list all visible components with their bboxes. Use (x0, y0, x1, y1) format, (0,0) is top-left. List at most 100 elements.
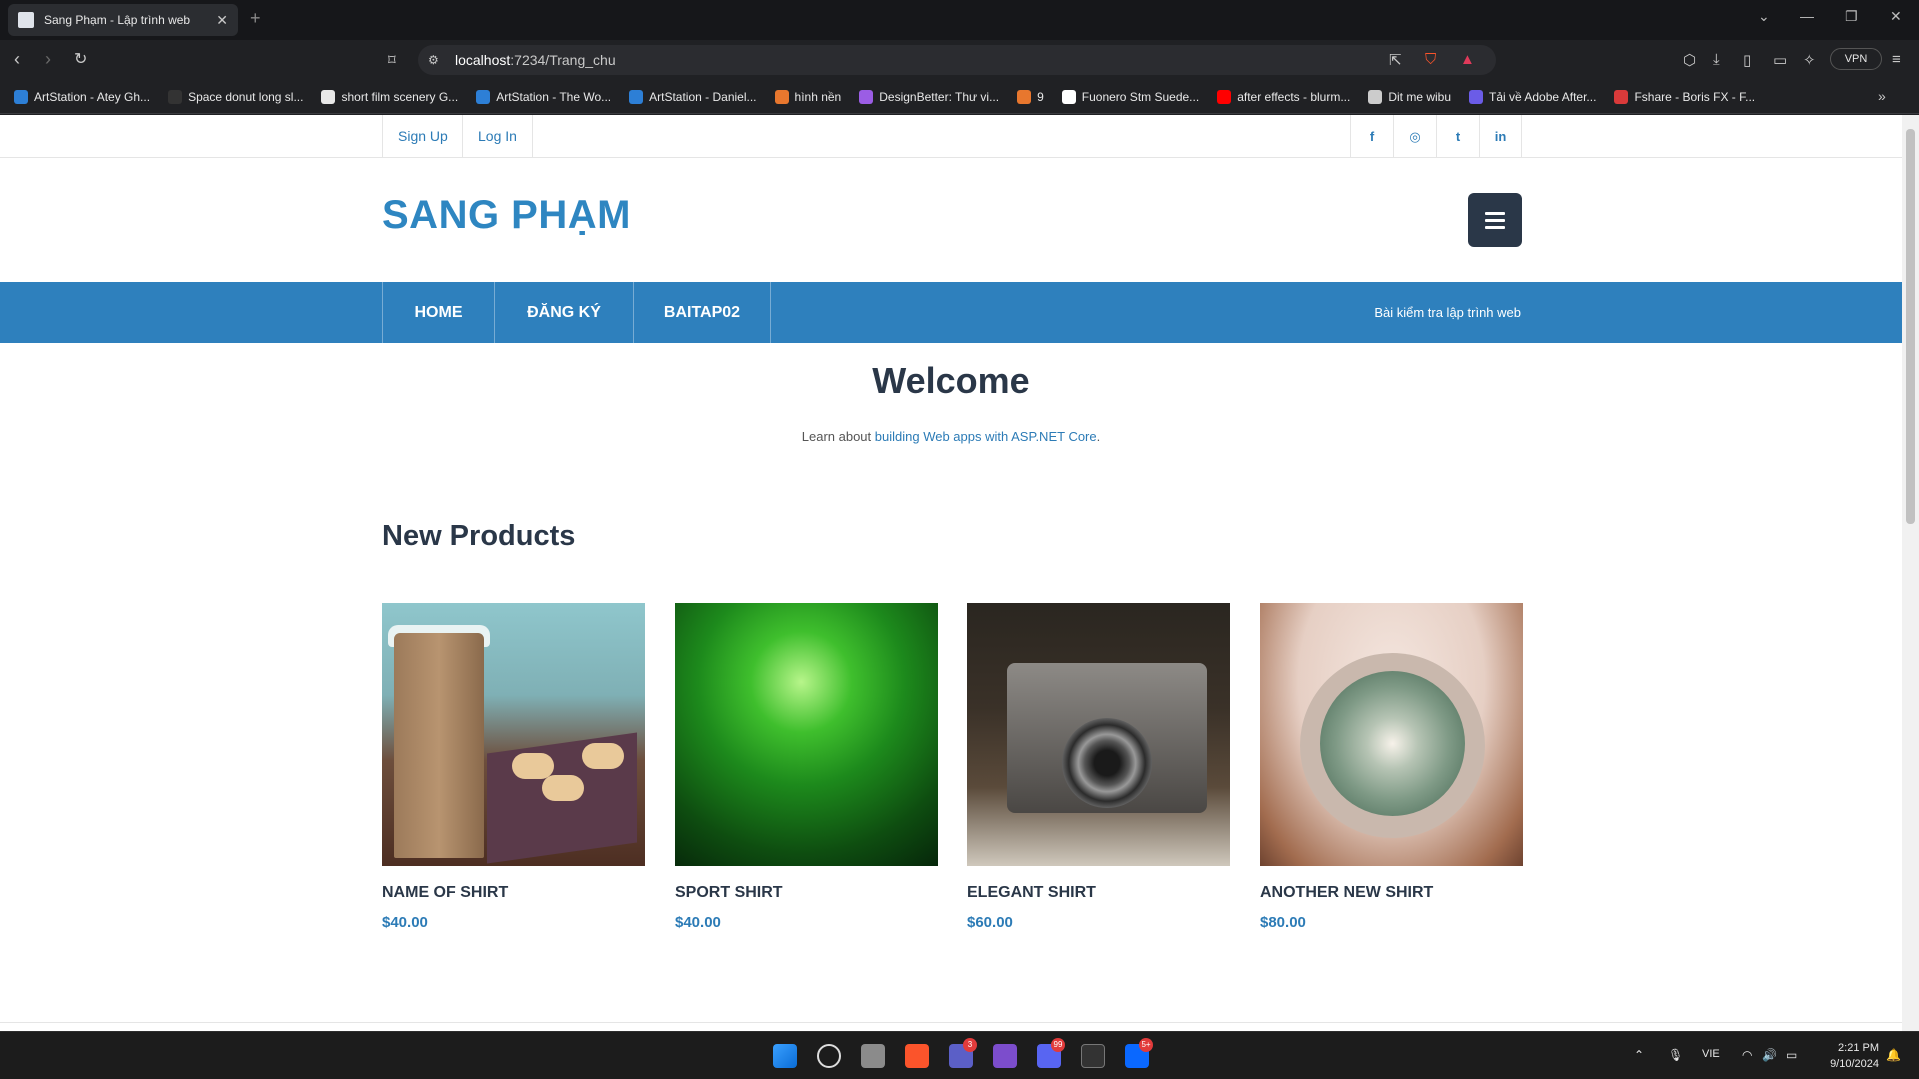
volume-icon[interactable]: 🔊 (1762, 1048, 1777, 1062)
bookmark-label: hình nền (794, 89, 842, 104)
product-image-cactus[interactable] (1260, 603, 1523, 866)
bookmark-item[interactable]: hình nền (774, 89, 842, 104)
product-card[interactable]: ANOTHER NEW SHIRT $80.00 (1260, 603, 1523, 931)
learn-text: Learn about building Web apps with ASP.N… (801, 429, 1101, 444)
bookmark-item[interactable]: DesignBetter: Thư vi... (859, 89, 999, 104)
scrollbar-thumb[interactable] (1906, 129, 1915, 524)
tab-list-chevron-icon[interactable]: ⌄ (1758, 8, 1770, 25)
minimize-button[interactable]: — (1800, 8, 1814, 24)
reload-icon[interactable]: ↻ (74, 49, 87, 69)
menu-icon[interactable]: ≡ (1892, 51, 1901, 68)
product-name[interactable]: ANOTHER NEW SHIRT (1260, 884, 1523, 902)
product-price: $40.00 (675, 914, 721, 931)
product-name[interactable]: NAME OF SHIRT (382, 884, 645, 902)
back-arrow-icon[interactable]: ‹ (14, 49, 20, 70)
bookmark-item[interactable]: Fshare - Boris FX - F... (1614, 89, 1755, 104)
product-card[interactable]: NAME OF SHIRT $40.00 (382, 603, 645, 931)
signup-link[interactable]: Sign Up (382, 115, 463, 158)
vpn-button[interactable]: VPN (1830, 48, 1882, 70)
brave-shields-icon[interactable]: ⛉ (1425, 51, 1436, 68)
twitter-icon[interactable]: t (1436, 115, 1479, 158)
bookmark-page-icon[interactable]: ⌑ (388, 51, 396, 69)
bookmark-favicon-icon (859, 89, 874, 104)
search-icon[interactable] (817, 1044, 841, 1068)
hamburger-menu-button[interactable] (1468, 193, 1522, 247)
product-card[interactable]: SPORT SHIRT $40.00 (675, 603, 938, 931)
bookmark-label: Dit me wibu (1388, 89, 1452, 104)
bookmark-favicon-icon (774, 89, 789, 104)
restore-button[interactable]: ❐ (1845, 8, 1858, 25)
product-price: $60.00 (967, 914, 1013, 931)
url-text[interactable]: localhost:7234/Trang_chu (455, 52, 616, 68)
language-indicator[interactable]: VIE (1702, 1048, 1720, 1060)
product-name[interactable]: ELEGANT SHIRT (967, 884, 1230, 902)
page-scrollbar[interactable] (1902, 115, 1919, 1031)
nav-dang-ky[interactable]: ĐĂNG KÝ (494, 282, 633, 343)
close-tab-icon[interactable]: ✕ (216, 12, 228, 29)
linkedin-icon[interactable]: in (1479, 115, 1522, 158)
product-image-coffee[interactable] (382, 603, 645, 866)
aspnet-link[interactable]: building Web apps with ASP.NET Core (875, 429, 1097, 444)
extensions-icon[interactable]: ⬡ (1683, 51, 1696, 69)
nav-home[interactable]: HOME (382, 282, 494, 343)
bookmark-item[interactable]: Tải về Adobe After... (1469, 89, 1596, 104)
bookmark-label: ArtStation - Daniel... (649, 89, 757, 104)
more-bookmarks-icon[interactable]: » (1878, 88, 1893, 104)
wallet-icon[interactable]: ▭ (1773, 51, 1787, 69)
new-tab-button[interactable]: + (250, 8, 261, 29)
sidebar-icon[interactable]: ▯ (1743, 51, 1751, 69)
leo-ai-icon[interactable]: ✧ (1803, 51, 1816, 69)
bookmark-item[interactable]: ArtStation - Atey Gh... (14, 89, 150, 104)
discord-badge: 99 (1051, 1038, 1065, 1052)
microphone-icon[interactable]: 🎙 (1668, 1048, 1683, 1062)
new-products-heading: New Products (382, 520, 576, 552)
page-favicon-icon (18, 12, 34, 28)
product-image-leaf[interactable] (675, 603, 938, 866)
dribbble-icon[interactable]: ◎ (1393, 115, 1436, 158)
facebook-icon[interactable]: f (1350, 115, 1393, 158)
bookmark-item[interactable]: Dit me wibu (1368, 89, 1452, 104)
footer-divider (0, 1022, 1902, 1023)
brave-rewards-icon[interactable]: ▲ (1460, 51, 1475, 68)
browser-tab[interactable]: Sang Phạm - Lập trình web ✕ (8, 4, 238, 36)
product-image-camera[interactable] (967, 603, 1230, 866)
brave-browser-icon[interactable] (905, 1044, 929, 1068)
battery-icon[interactable]: ▭ (1786, 1048, 1797, 1062)
main-nav: HOME ĐĂNG KÝ BAITAP02 Bài kiểm tra lập t… (0, 282, 1902, 343)
product-card[interactable]: ELEGANT SHIRT $60.00 (967, 603, 1230, 931)
bookmark-favicon-icon (1614, 89, 1629, 104)
clock-date: 9/10/2024 (1830, 1058, 1879, 1070)
bookmark-item[interactable]: ArtStation - Daniel... (629, 89, 757, 104)
nav-baitap02[interactable]: BAITAP02 (633, 282, 771, 343)
bookmark-item[interactable]: short film scenery G... (321, 89, 458, 104)
share-icon[interactable]: ⇱ (1389, 51, 1402, 69)
bookmark-item[interactable]: Space donut long sl... (168, 89, 303, 104)
macaron (582, 743, 624, 769)
show-hidden-icons-chevron-icon[interactable]: ⌃ (1634, 1048, 1644, 1062)
forward-arrow-icon[interactable]: › (45, 49, 51, 70)
downloads-icon[interactable]: ⤓ (1713, 51, 1720, 68)
file-explorer-icon[interactable] (861, 1044, 885, 1068)
bookmark-item[interactable]: ArtStation - The Wo... (476, 89, 612, 104)
product-name[interactable]: SPORT SHIRT (675, 884, 938, 902)
macaron (542, 775, 584, 801)
visual-studio-icon[interactable] (993, 1044, 1017, 1068)
teams-badge: 3 (963, 1038, 977, 1052)
bookmark-favicon-icon (476, 89, 491, 104)
product-price: $40.00 (382, 914, 428, 931)
notifications-bell-icon[interactable]: 🔔 (1886, 1048, 1901, 1062)
system-clock[interactable]: 2:21 PM 9/10/2024 (1830, 1040, 1879, 1072)
bookmark-item[interactable]: 9 (1017, 89, 1044, 104)
login-link[interactable]: Log In (462, 115, 533, 158)
zalo-badge: 5+ (1139, 1038, 1153, 1052)
start-windows-icon[interactable] (773, 1044, 797, 1068)
bookmark-item[interactable]: Fuonero Stm Suede... (1061, 89, 1199, 104)
bookmark-label: ArtStation - The Wo... (496, 89, 612, 104)
bookmark-item[interactable]: after effects - blurm... (1217, 89, 1350, 104)
site-settings-icon[interactable]: ⚙ (428, 53, 439, 67)
wifi-icon[interactable]: ◠ (1742, 1048, 1752, 1062)
site-brand[interactable]: SANG PHẠM (382, 193, 631, 238)
close-window-button[interactable]: ✕ (1890, 8, 1902, 25)
hamburger-line (1485, 211, 1505, 215)
terminal-icon[interactable] (1081, 1044, 1105, 1068)
